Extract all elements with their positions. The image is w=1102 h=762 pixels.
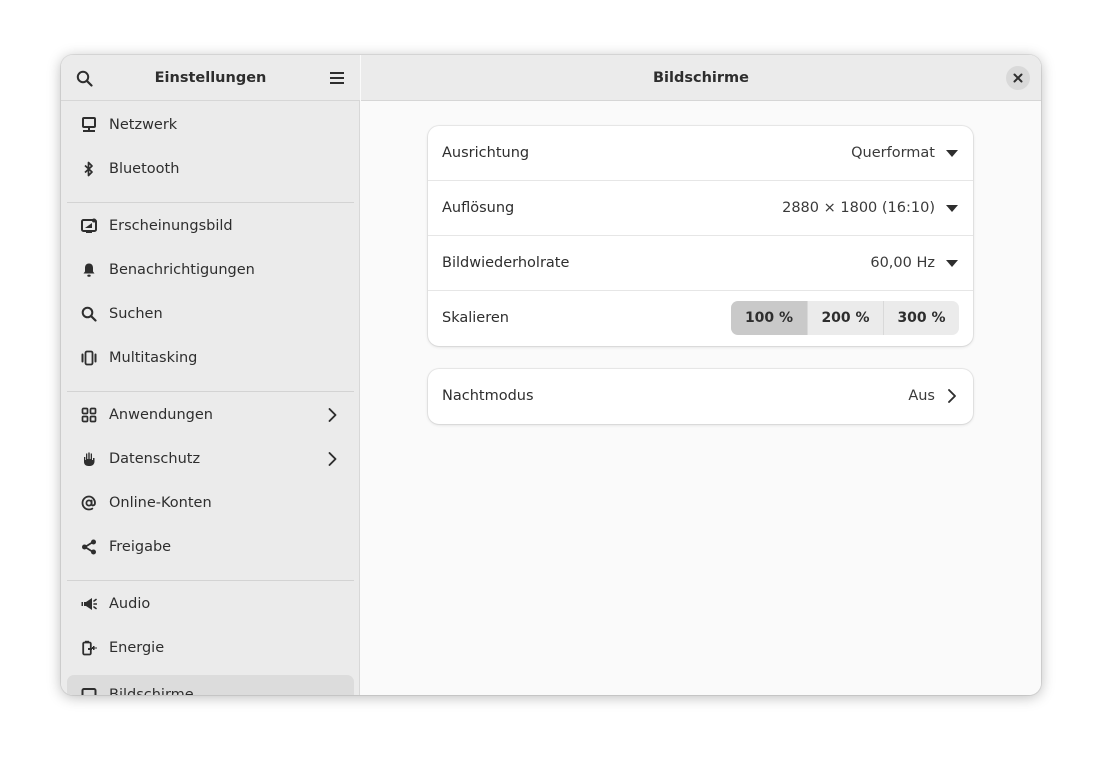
sidebar-item-label: Suchen xyxy=(109,306,163,322)
sidebar-item-benachrichtigungen[interactable]: Benachrichtigungen xyxy=(67,250,354,290)
resolution-row[interactable]: Auflösung 2880 × 1800 (16:10) xyxy=(428,181,973,236)
refresh-rate-label: Bildwiederholrate xyxy=(442,255,570,271)
orientation-label: Ausrichtung xyxy=(442,145,530,161)
scale-row: Skalieren 100 % 200 % 300 % xyxy=(428,291,973,346)
sidebar: Einstellungen Netzwerk Bluetooth Erschei… xyxy=(61,55,360,695)
sidebar-item-label: Anwendungen xyxy=(109,407,213,423)
main-menu-button[interactable] xyxy=(322,63,352,93)
sidebar-item-label: Audio xyxy=(109,596,151,612)
night-mode-card: Nachtmodus Aus xyxy=(428,369,973,424)
scale-300-button[interactable]: 300 % xyxy=(883,301,959,335)
refresh-rate-row[interactable]: Bildwiederholrate 60,00 Hz xyxy=(428,236,973,291)
main-header: Bildschirme xyxy=(361,55,1041,101)
close-icon xyxy=(1013,73,1023,83)
sidebar-item-bluetooth[interactable]: Bluetooth xyxy=(67,149,354,189)
sidebar-item-label: Bildschirme xyxy=(109,687,194,695)
search-icon xyxy=(76,70,93,87)
sidebar-separator xyxy=(67,391,354,392)
sidebar-item-erscheinungsbild[interactable]: Erscheinungsbild xyxy=(67,206,354,246)
dropdown-arrow-icon xyxy=(946,260,958,267)
night-mode-row[interactable]: Nachtmodus Aus xyxy=(428,369,973,424)
sidebar-separator xyxy=(67,580,354,581)
search-button[interactable] xyxy=(69,63,99,93)
sidebar-item-audio[interactable]: Audio xyxy=(67,584,354,624)
dropdown-arrow-icon xyxy=(946,205,958,212)
chevron-right-icon xyxy=(328,452,337,466)
sidebar-item-label: Multitasking xyxy=(109,350,198,366)
appearance-icon xyxy=(80,217,98,235)
resolution-value: 2880 × 1800 (16:10) xyxy=(782,200,935,216)
chevron-right-icon xyxy=(948,389,956,403)
bluetooth-icon xyxy=(80,160,98,178)
sidebar-item-label: Energie xyxy=(109,640,165,656)
scale-label: Skalieren xyxy=(442,310,509,326)
search-icon xyxy=(80,305,98,323)
sidebar-separator xyxy=(67,202,354,203)
sidebar-item-bildschirme[interactable]: Bildschirme xyxy=(67,675,354,695)
settings-window: Einstellungen Netzwerk Bluetooth Erschei… xyxy=(61,55,1041,695)
sidebar-item-freigabe[interactable]: Freigabe xyxy=(67,527,354,567)
page-title: Bildschirme xyxy=(653,70,749,86)
sidebar-item-label: Datenschutz xyxy=(109,451,201,467)
bell-icon xyxy=(80,261,98,279)
night-mode-value: Aus xyxy=(908,388,935,404)
scale-200-button[interactable]: 200 % xyxy=(807,301,883,335)
sidebar-item-suchen[interactable]: Suchen xyxy=(67,294,354,334)
display-icon xyxy=(80,686,98,695)
sidebar-item-label: Online-Konten xyxy=(109,495,212,511)
multitasking-icon xyxy=(80,349,98,367)
sidebar-item-label: Erscheinungsbild xyxy=(109,218,233,234)
scale-toggle-group: 100 % 200 % 300 % xyxy=(731,301,959,335)
sidebar-item-energie[interactable]: Energie xyxy=(67,628,354,668)
share-icon xyxy=(80,538,98,556)
main-panel: Bildschirme Ausrichtung Querformat Auflö… xyxy=(361,55,1041,695)
orientation-row[interactable]: Ausrichtung Querformat xyxy=(428,126,973,181)
sidebar-item-netzwerk[interactable]: Netzwerk xyxy=(67,105,354,145)
speaker-icon xyxy=(80,595,98,613)
night-mode-label: Nachtmodus xyxy=(442,388,534,404)
sidebar-item-datenschutz[interactable]: Datenschutz xyxy=(67,439,354,479)
network-icon xyxy=(80,116,98,134)
sidebar-item-multitasking[interactable]: Multitasking xyxy=(67,338,354,378)
close-button[interactable] xyxy=(1006,66,1030,90)
scale-100-button[interactable]: 100 % xyxy=(731,301,807,335)
hand-icon xyxy=(80,450,98,468)
display-settings-card: Ausrichtung Querformat Auflösung 2880 × … xyxy=(428,126,973,346)
sidebar-item-label: Netzwerk xyxy=(109,117,178,133)
orientation-value: Querformat xyxy=(851,145,935,161)
resolution-label: Auflösung xyxy=(442,200,515,216)
dropdown-arrow-icon xyxy=(946,150,958,157)
at-icon xyxy=(80,494,98,512)
chevron-right-icon xyxy=(328,408,337,422)
sidebar-item-label: Benachrichtigungen xyxy=(109,262,255,278)
sidebar-header: Einstellungen xyxy=(61,55,360,101)
apps-grid-icon xyxy=(80,406,98,424)
sidebar-item-label: Bluetooth xyxy=(109,161,180,177)
hamburger-menu-icon xyxy=(330,72,344,84)
sidebar-item-label: Freigabe xyxy=(109,539,172,555)
sidebar-item-online-konten[interactable]: Online-Konten xyxy=(67,483,354,523)
sidebar-item-anwendungen[interactable]: Anwendungen xyxy=(67,395,354,435)
refresh-rate-value: 60,00 Hz xyxy=(870,255,935,271)
sidebar-title: Einstellungen xyxy=(154,70,267,86)
battery-plug-icon xyxy=(80,639,98,657)
